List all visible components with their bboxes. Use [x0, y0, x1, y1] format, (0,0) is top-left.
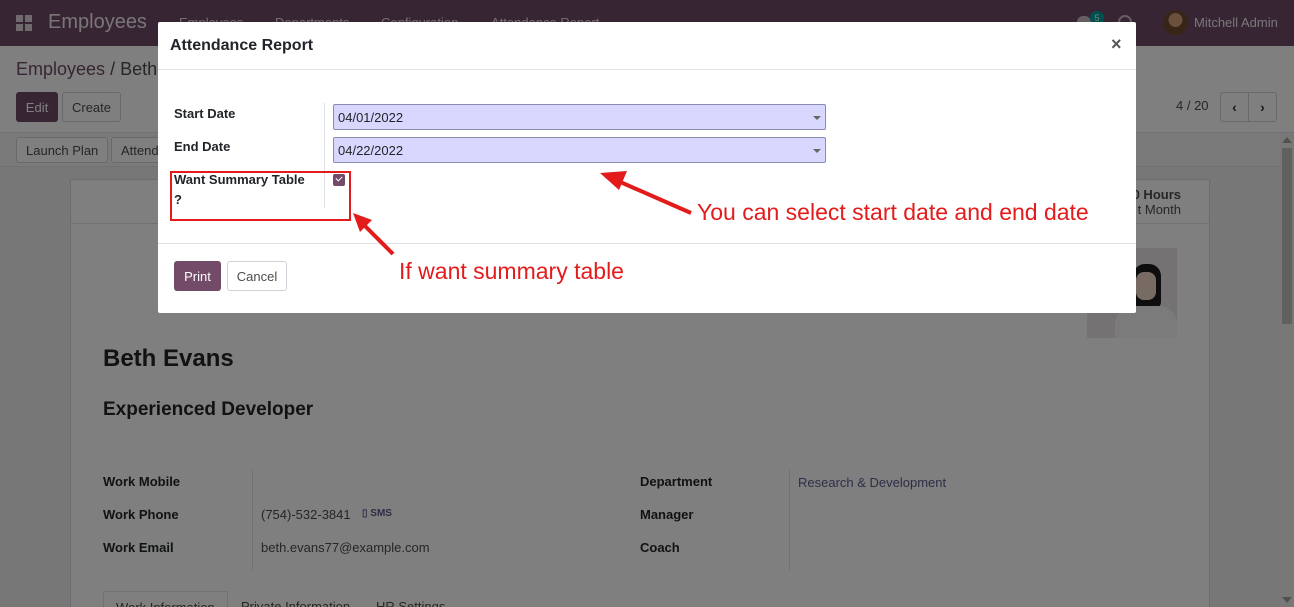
print-button[interactable]: Print [174, 261, 221, 291]
modal-title: Attendance Report [170, 37, 314, 54]
modal-footer: Print Cancel [158, 243, 1136, 313]
end-date-input[interactable]: 04/22/2022 [333, 137, 826, 163]
summary-annotation-text: If want summary table [399, 258, 624, 284]
date-annotation-text: You can select start date and end date [697, 199, 1089, 225]
attendance-report-dialog: Attendance Report × Start Date End Date … [158, 22, 1136, 313]
close-icon[interactable]: × [1111, 34, 1122, 55]
modal-header: Attendance Report × [158, 22, 1136, 70]
end-date-label: End Date [174, 139, 231, 154]
start-date-value: 04/01/2022 [338, 110, 404, 125]
start-date-dropdown-icon[interactable] [813, 116, 821, 120]
summary-highlight-box [170, 171, 351, 221]
start-date-label: Start Date [174, 106, 236, 121]
end-date-dropdown-icon[interactable] [813, 149, 821, 153]
cancel-button[interactable]: Cancel [227, 261, 287, 291]
start-date-input[interactable]: 04/01/2022 [333, 104, 826, 130]
end-date-value: 04/22/2022 [338, 143, 404, 158]
